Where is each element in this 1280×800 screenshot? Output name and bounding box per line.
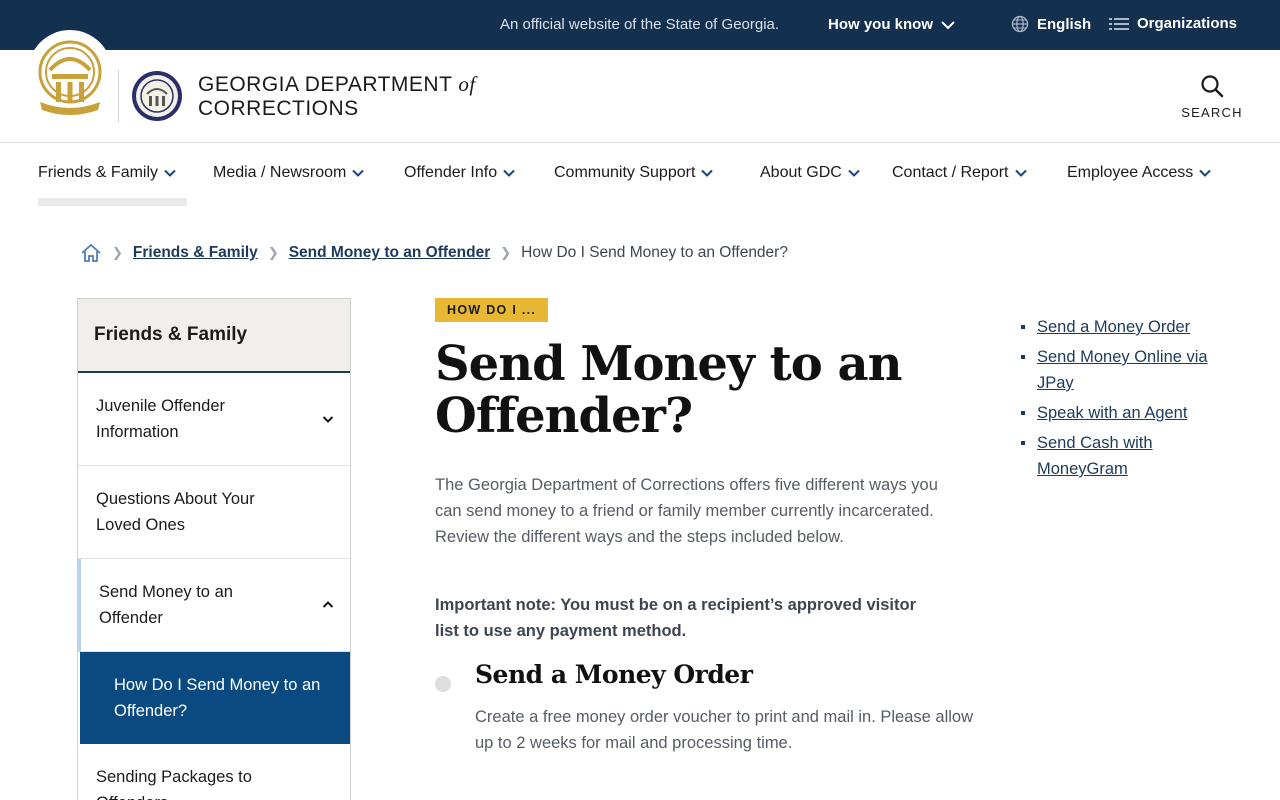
search-icon (1201, 75, 1224, 98)
nav-label: Offender Info (404, 164, 498, 181)
page-title: Send Money to an Offender? (435, 336, 902, 444)
organizations-menu[interactable]: Organizations (1109, 15, 1237, 32)
breadcrumb: ❯ Friends & Family ❯ Send Money to an Of… (80, 242, 788, 264)
nav-label: Employee Access (1067, 164, 1194, 181)
nav-employee-access[interactable]: Employee Access (1067, 164, 1211, 182)
side-item-juvenile-offender-information[interactable]: Juvenile Offender Information (78, 373, 350, 466)
nav-label: Friends & Family (38, 164, 159, 181)
organizations-label: Organizations (1137, 15, 1238, 32)
chevron-right-icon: ❯ (267, 245, 279, 260)
side-item-sending-packages-to-offenders[interactable]: Sending Packages to Offenders (78, 744, 350, 800)
list-item: Send Cash with MoneyGram (1020, 430, 1220, 482)
home-icon[interactable] (80, 242, 102, 264)
agency-of: of (458, 72, 476, 96)
chevron-down-icon[interactable] (322, 411, 334, 427)
chevron-up-icon[interactable] (322, 597, 334, 613)
list-item: Speak with an Agent (1020, 400, 1220, 426)
side-item-label: Send Money to an Offender (99, 583, 233, 627)
search-label: SEARCH (1181, 105, 1243, 120)
chevron-down-icon (701, 169, 714, 177)
nav-label: Media / Newsroom (213, 164, 347, 181)
nav-media-newsroom[interactable]: Media / Newsroom (213, 164, 365, 182)
toc-link[interactable]: Speak with an Agent (1037, 404, 1187, 422)
chevron-down-icon (941, 20, 955, 29)
step-marker-icon (435, 676, 451, 692)
site-header (0, 50, 1280, 143)
breadcrumb-link[interactable]: Send Money to an Offender (289, 244, 491, 262)
toc-link[interactable]: Send a Money Order (1037, 318, 1190, 336)
how-you-know-toggle[interactable]: How you know (828, 16, 955, 33)
nav-active-indicator (38, 198, 187, 206)
side-navigation: Friends & Family Juvenile Offender Infor… (77, 298, 351, 800)
chevron-right-icon: ❯ (500, 245, 512, 260)
official-site-text: An official website of the State of Geor… (500, 16, 780, 33)
nav-offender-info[interactable]: Offender Info (404, 164, 515, 182)
official-banner: An official website of the State of Geor… (0, 0, 1280, 50)
toc-link[interactable]: Send Money Online via JPay (1037, 348, 1208, 392)
side-nav-heading: Friends & Family (78, 299, 350, 373)
search-button[interactable]: SEARCH (1180, 74, 1244, 120)
side-subitem-how-do-i-send-money[interactable]: How Do I Send Money to an Offender? (80, 652, 350, 744)
list-item: Send Money Online via JPay (1020, 344, 1220, 396)
side-item-label: Questions About Your Loved Ones (96, 490, 255, 534)
step-description: Create a free money order voucher to pri… (475, 708, 974, 752)
main-navigation: Friends & Family Media / Newsroom Offend… (0, 143, 1280, 207)
chevron-down-icon (848, 169, 860, 177)
list-item: Send a Money Order (1020, 314, 1220, 340)
chevron-down-icon (503, 169, 515, 177)
side-item-questions-about-your-loved-ones[interactable]: Questions About Your Loved Ones (78, 466, 350, 559)
breadcrumb-current: How Do I Send Money to an Offender? (521, 244, 788, 261)
nav-label: Community Support (554, 164, 696, 181)
nav-contact-report[interactable]: Contact / Report (892, 164, 1027, 182)
nav-community-support[interactable]: Community Support (554, 164, 714, 182)
side-item-label: Juvenile Offender Information (96, 397, 226, 441)
globe-icon (1011, 15, 1029, 33)
chevron-down-icon (352, 169, 365, 177)
logo-divider (118, 70, 119, 122)
side-item-send-money-to-an-offender[interactable]: Send Money to an Offender (78, 559, 350, 652)
chevron-down-icon (164, 169, 176, 177)
side-item-label: Sending Packages to Offenders (96, 768, 252, 800)
toc-link[interactable]: Send Cash with MoneyGram (1037, 434, 1153, 478)
breadcrumb-link[interactable]: Friends & Family (133, 244, 258, 262)
intro-paragraph: The Georgia Department of Corrections of… (435, 476, 938, 546)
chevron-right-icon: ❯ (112, 245, 123, 260)
agency-line-2: CORRECTIONS (198, 97, 359, 120)
language-selector[interactable]: English (1011, 15, 1091, 33)
agency-line-1: GEORGIA DEPARTMENT (198, 73, 453, 96)
language-label: English (1037, 15, 1092, 33)
important-note: Important note: You must be on a recipie… (435, 596, 917, 640)
list-icon (1109, 17, 1129, 30)
nav-label: Contact / Report (892, 164, 1009, 181)
chevron-down-icon (1199, 169, 1211, 177)
page-kicker-badge: HOW DO I ... (435, 298, 549, 322)
gdc-seal-logo[interactable] (131, 70, 183, 122)
chevron-down-icon (1014, 169, 1027, 177)
nav-about-gdc[interactable]: About GDC (760, 164, 860, 182)
georgia-state-seal-logo[interactable] (36, 40, 104, 116)
nav-friends-family[interactable]: Friends & Family (38, 164, 176, 182)
on-page-links: Send a Money Order Send Money Online via… (1020, 314, 1220, 486)
how-you-know-label: How you know (828, 16, 933, 33)
agency-name[interactable]: GEORGIA DEPARTMENT of CORRECTIONS (198, 72, 476, 121)
step-heading: Send a Money Order (475, 660, 753, 689)
nav-label: About GDC (760, 164, 842, 181)
